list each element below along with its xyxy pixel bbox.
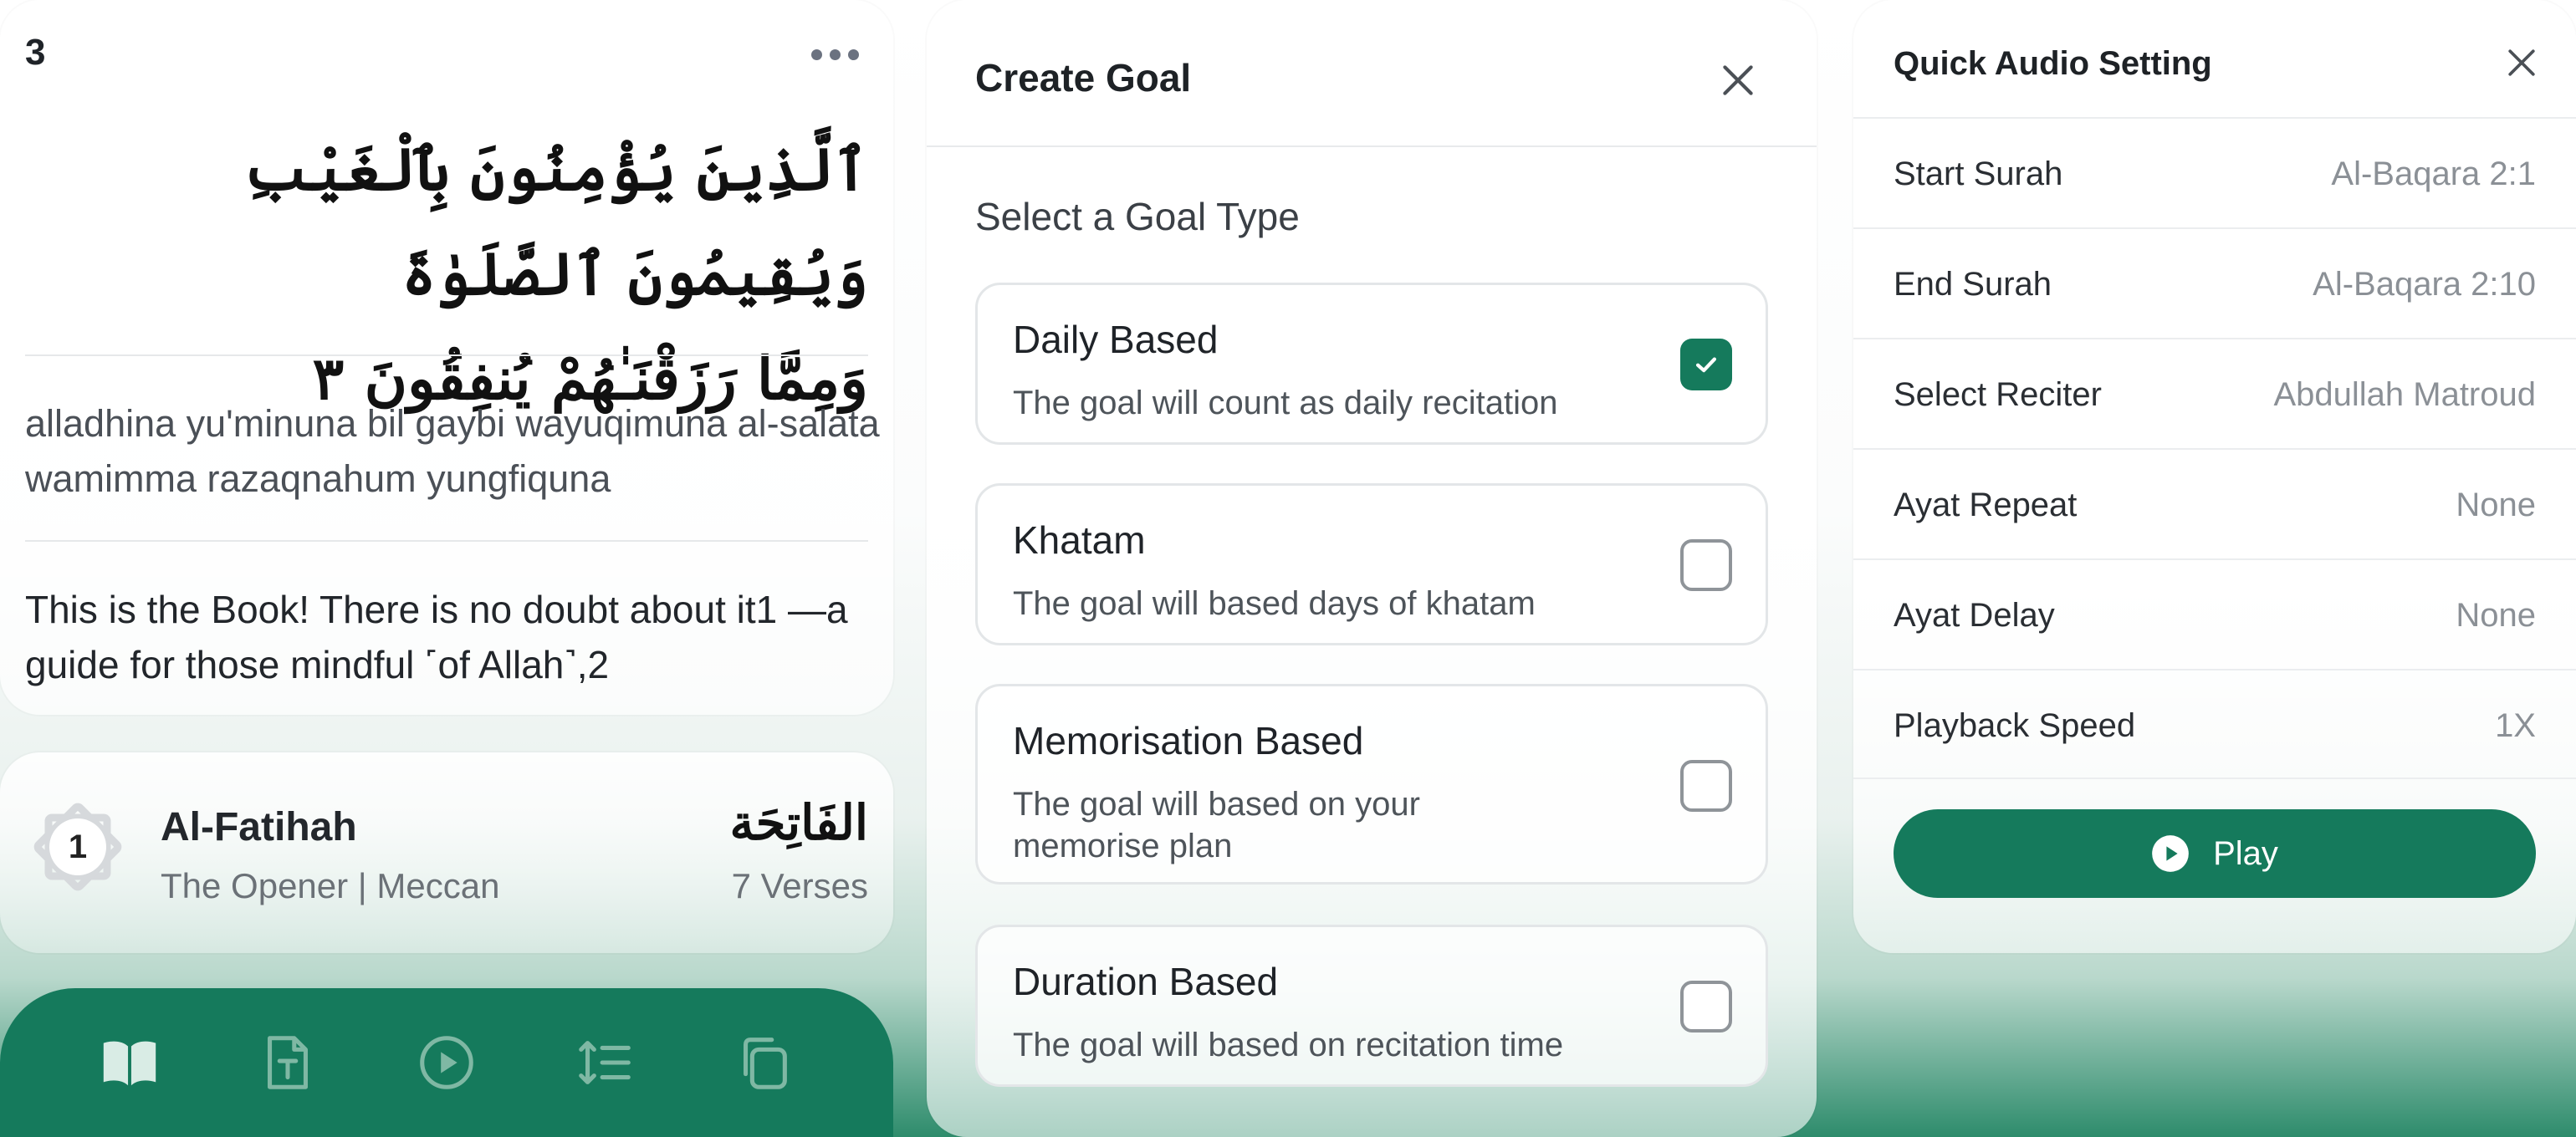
setting-label: Select Reciter	[1894, 376, 2102, 413]
setting-value: None	[2456, 487, 2536, 523]
close-icon[interactable]	[2502, 43, 2541, 82]
line-spacing-icon	[578, 1041, 631, 1084]
setting-row-reciter[interactable]: Select Reciter Abdullah Matroud	[1853, 338, 2576, 448]
setting-label: Playback Speed	[1894, 707, 2136, 744]
nav-translation-button[interactable]	[250, 1025, 325, 1100]
surah-list-item[interactable]: 1 Al-Fatihah The Opener | Meccan الفَاتِ…	[0, 752, 893, 953]
goal-option-memorisation[interactable]: Memorisation Based The goal will based o…	[975, 684, 1768, 885]
quick-audio-settings-panel: Quick Audio Setting Start Surah Al-Baqar…	[1853, 0, 2576, 953]
divider	[25, 540, 868, 542]
setting-label: End Surah	[1894, 266, 2052, 303]
setting-label: Ayat Repeat	[1894, 487, 2078, 523]
surah-verse-count: 7 Verses	[731, 866, 868, 905]
setting-value: Al-Baqara 2:1	[2331, 156, 2536, 192]
create-goal-dialog: Create Goal Select a Goal Type Daily Bas…	[927, 0, 1817, 1137]
goal-option-daily[interactable]: Daily Based The goal will count as daily…	[975, 283, 1768, 445]
bottom-navigation	[0, 988, 893, 1137]
setting-value: None	[2456, 597, 2536, 634]
setting-row-ayat-delay[interactable]: Ayat Delay None	[1853, 558, 2576, 669]
goal-option-description: The goal will based on your memorise pla…	[1013, 786, 1420, 864]
goal-checkbox-checked[interactable]	[1680, 339, 1732, 390]
goal-checkbox[interactable]	[1680, 981, 1732, 1032]
dialog-title: Create Goal	[975, 56, 1192, 99]
divider	[25, 354, 868, 356]
verse-arabic-text: ٱلَّذِينَ يُؤْمِنُونَ بِٱلْغَيْبِ وَيُقِ…	[25, 117, 868, 431]
surah-arabic-name: الفَاتِحَة	[729, 794, 868, 851]
surah-number: 1	[68, 828, 88, 865]
goal-option-title: Khatam	[1013, 518, 1146, 562]
goal-option-description: The goal will based days of khatam	[1013, 585, 1536, 622]
verse-card: 3 ٱلَّذِينَ يُؤْمِنُونَ بِٱلْغَيْبِ وَيُ…	[0, 0, 893, 715]
close-icon[interactable]	[1716, 59, 1760, 102]
verse-arabic-line: ٱلَّذِينَ يُؤْمِنُونَ بِٱلْغَيْبِ وَيُقِ…	[243, 135, 868, 308]
more-options-icon[interactable]	[811, 43, 865, 65]
surah-meta: The Opener | Meccan	[161, 866, 500, 905]
play-circle-icon	[420, 1036, 473, 1089]
section-label: Select a Goal Type	[975, 195, 1300, 238]
nav-copy-button[interactable]	[726, 1025, 801, 1100]
goal-option-title: Daily Based	[1013, 318, 1219, 361]
copy-icon	[744, 1038, 788, 1089]
panel-title: Quick Audio Setting	[1894, 45, 2212, 82]
setting-row-ayat-repeat[interactable]: Ayat Repeat None	[1853, 448, 2576, 558]
setting-row-playback-speed[interactable]: Playback Speed 1X	[1853, 669, 2576, 779]
goal-option-description: The goal will based on recitation time	[1013, 1027, 1564, 1063]
surah-number-badge: 1	[23, 793, 132, 901]
goal-checkbox[interactable]	[1680, 539, 1732, 591]
divider	[927, 145, 1817, 147]
nav-audio-button[interactable]	[409, 1025, 484, 1100]
checkmark-icon	[1695, 357, 1717, 373]
goal-option-title: Memorisation Based	[1013, 719, 1364, 762]
play-button[interactable]: Play	[1894, 809, 2536, 898]
goal-option-duration[interactable]: Duration Based The goal will based on re…	[975, 925, 1768, 1087]
verse-transliteration: alladhina yu'minuna bil gaybi wayuqimuna…	[25, 402, 880, 500]
goal-option-description: The goal will count as daily recitation	[1013, 385, 1558, 421]
setting-value: Al-Baqara 2:10	[2313, 266, 2536, 303]
goal-option-khatam[interactable]: Khatam The goal will based days of khata…	[975, 483, 1768, 645]
setting-row-start-surah[interactable]: Start Surah Al-Baqara 2:1	[1853, 117, 2576, 227]
nav-read-button[interactable]	[92, 1025, 167, 1100]
verse-number: 3	[25, 32, 46, 73]
setting-row-end-surah[interactable]: End Surah Al-Baqara 2:10	[1853, 227, 2576, 338]
setting-value: 1X	[2495, 707, 2536, 744]
text-document-icon	[268, 1036, 309, 1089]
play-label: Play	[2213, 834, 2278, 872]
goal-checkbox[interactable]	[1680, 760, 1732, 812]
setting-label: Ayat Delay	[1894, 597, 2055, 634]
setting-value: Abdullah Matroud	[2273, 376, 2536, 413]
nav-spacing-button[interactable]	[568, 1025, 643, 1100]
play-circle-icon	[2152, 835, 2189, 872]
verse-translation: This is the Book! There is no doubt abou…	[25, 588, 848, 686]
goal-option-title: Duration Based	[1013, 960, 1279, 1003]
book-icon	[103, 1041, 156, 1086]
setting-label: Start Surah	[1894, 156, 2063, 192]
surah-name: Al-Fatihah	[161, 805, 357, 849]
